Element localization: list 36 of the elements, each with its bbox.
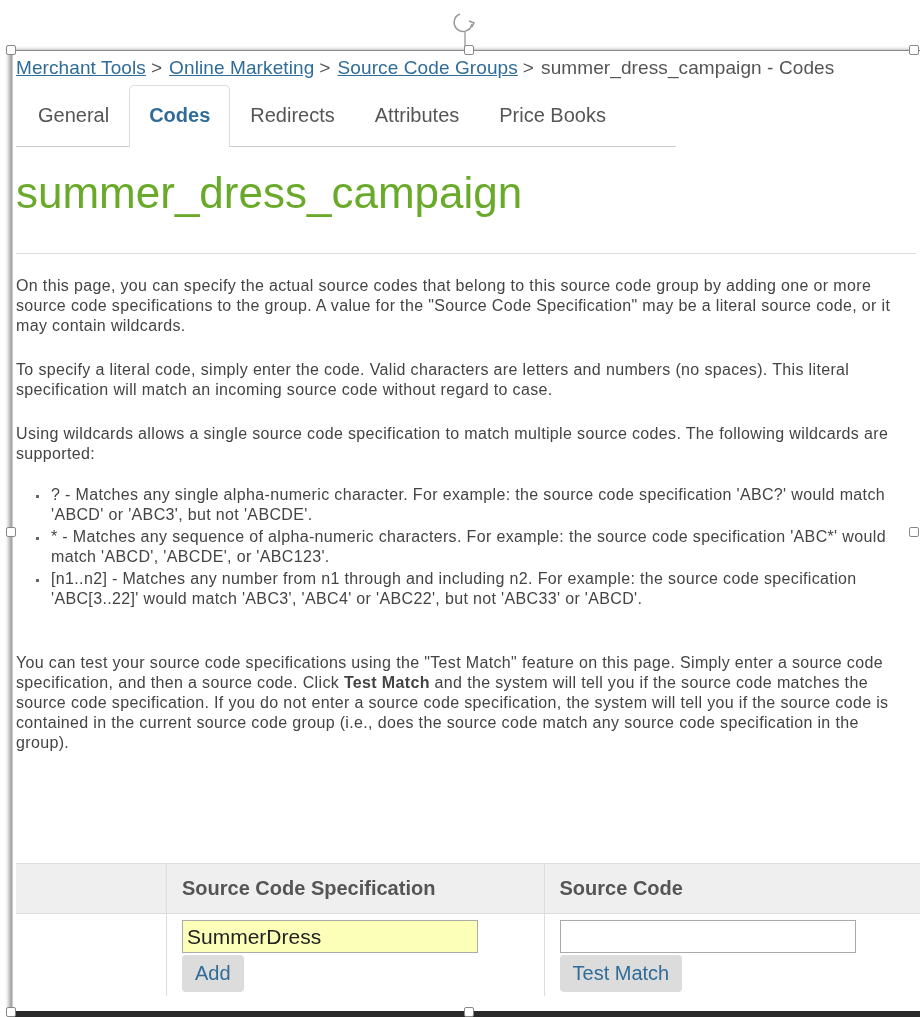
page-title: summer_dress_campaign (16, 167, 524, 219)
bullet-icon (36, 537, 39, 540)
action-button[interactable]: Test Match (559, 955, 683, 992)
paragraph: Using wildcards allows a single source code specification to match multiple source codes. The following wildcards are supported: (16, 424, 890, 464)
resize-handle[interactable] (6, 1007, 16, 1017)
paragraph: On this page, you can specify the actual source codes that belong to this source code group by adding one or more source code specifications to the group. A value for the "Source Code Specification" may be a literal source code, or it may contain wildcards. (16, 276, 892, 336)
input-field[interactable]: SummerDress (182, 920, 478, 953)
breadcrumb-separator: > (522, 57, 535, 78)
breadcrumb-separator: > (150, 57, 163, 78)
list-item-text: [n1..n2] - Matches any number from n1 through and including n2. For example: the source code specification 'ABC[3..22]' would match 'ABC3', 'ABC4' or 'ABC22', but not 'ABC33' or 'ABCD'. (51, 569, 858, 609)
resize-handle[interactable] (464, 1007, 474, 1017)
paragraph: You can test your source code specifications using the "Test Match" feature on this page. Simply enter a source code specification, and then a source code. Click Test Match and the system will tell you if the source code matches the source code specification. If you do not enter a source code specification, the system will tell you if the source code is contained in the current source code group (i.e., does the source code match any source code specification in the group). (16, 653, 890, 753)
tab[interactable]: Price Books (479, 85, 626, 146)
tab[interactable]: Redirects (230, 85, 355, 146)
breadcrumb-link[interactable]: Merchant Tools (16, 57, 146, 78)
tab[interactable]: Attributes (354, 85, 480, 146)
breadcrumb-current: summer_dress_campaign - Codes (541, 57, 835, 78)
resize-handle[interactable] (909, 45, 919, 55)
input-field[interactable] (559, 920, 856, 953)
breadcrumb-link[interactable]: Online Marketing (169, 57, 315, 78)
breadcrumb-separator: > (319, 57, 331, 78)
paragraph: To specify a literal code, simply enter the code. Valid characters are letters and numbers (no spaces). This literal specification will match an incoming source code without regard to case. (16, 360, 851, 400)
resize-handle[interactable] (909, 527, 919, 537)
resize-handle[interactable] (6, 527, 16, 537)
breadcrumb-link[interactable]: Source Code Groups (337, 57, 518, 78)
column-header: Source Code Specification (166, 863, 545, 914)
list-item-text: ? - Matches any single alpha-numeric character. For example: the source code specification 'ABC?' would match 'ABCD' or 'ABC3', but not 'ABCDE'. (51, 485, 886, 525)
tab[interactable]: General (18, 85, 130, 146)
list-item-text: * - Matches any sequence of alpha-numeric characters. For example: the source code specification 'ABC*' would match 'ABCD', 'ABCDE', or 'ABC123'. (51, 527, 887, 567)
bullet-icon (36, 579, 39, 582)
resize-handle[interactable] (464, 45, 474, 55)
action-button[interactable]: Add (182, 955, 244, 992)
bullet-icon (36, 495, 39, 498)
tab[interactable]: Codes (129, 85, 231, 147)
column-header: Source Code (544, 863, 920, 914)
resize-handle[interactable] (6, 45, 16, 55)
